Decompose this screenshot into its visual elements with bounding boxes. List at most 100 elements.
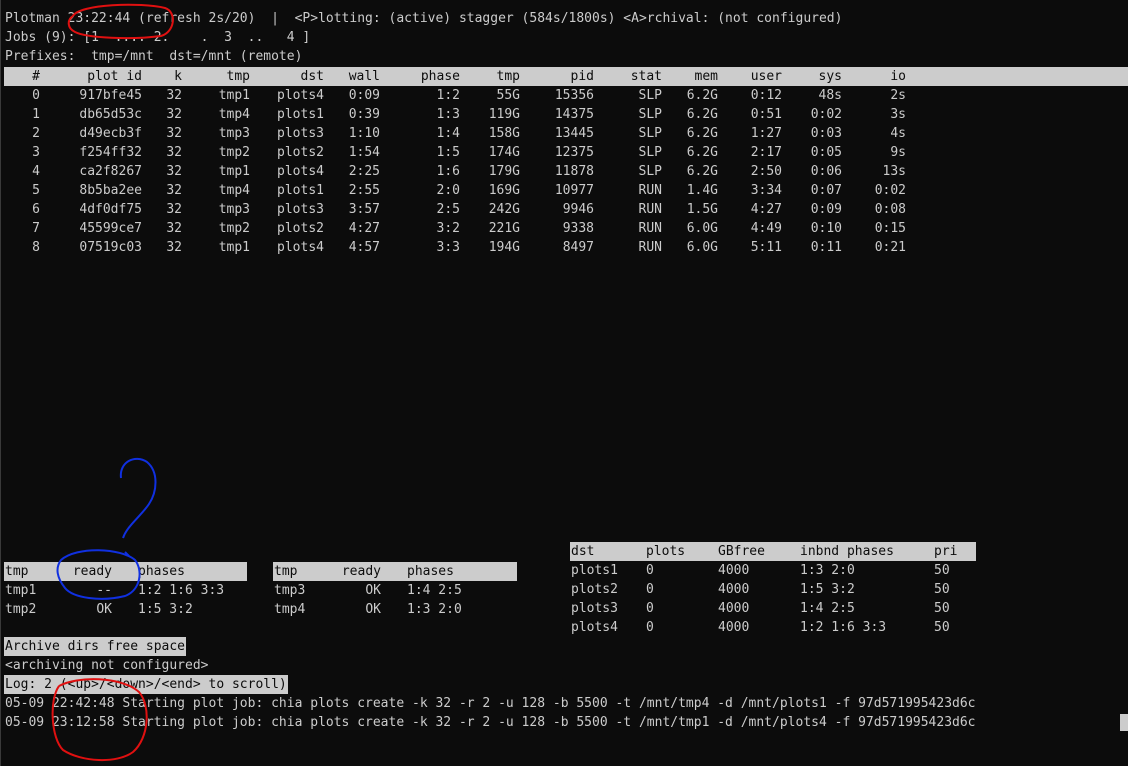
table-cell: 50	[934, 563, 950, 578]
tmp-table-header: tmp ready phases	[4, 562, 247, 581]
table-cell: ca2f8267	[79, 164, 142, 179]
table-cell: 12375	[554, 145, 594, 160]
dst-table-row: plots3 0 4000 1:4 2:5 50	[570, 599, 976, 618]
table-cell: 4:49	[750, 221, 782, 236]
table-cell: 1:2 1:6 3:3	[138, 583, 225, 598]
table-cell: 179G	[488, 164, 520, 179]
column-header: pri	[934, 544, 958, 559]
table-cell: tmp4	[218, 107, 250, 122]
table-cell: 6.2G	[686, 145, 718, 160]
table-cell: plots3	[571, 601, 618, 616]
table-cell: 119G	[488, 107, 520, 122]
table-cell: plots4	[277, 240, 324, 255]
table-cell: 0:11	[810, 240, 842, 255]
table-cell: 1:3	[436, 107, 460, 122]
table-cell: tmp2	[5, 602, 37, 617]
table-cell: 07519c03	[79, 240, 142, 255]
table-cell: 11878	[554, 164, 594, 179]
table-cell: 3s	[890, 107, 906, 122]
log-line: 05-09 23:12:58 Starting plot job: chia p…	[5, 715, 976, 730]
table-cell: 242G	[488, 202, 520, 217]
table-cell: 7	[32, 221, 40, 236]
table-cell: OK	[365, 602, 381, 617]
table-cell: 0:08	[874, 202, 906, 217]
table-cell: --	[96, 583, 112, 598]
table-cell: 1:3 2:0	[800, 563, 855, 578]
table-cell: 1:5 3:2	[138, 602, 193, 617]
log-title: Log: 2 (<up>/<down>/<end> to scroll)	[4, 675, 288, 694]
table-cell: 3:34	[750, 183, 782, 198]
table-cell: plots1	[571, 563, 618, 578]
table-cell: 32	[166, 126, 182, 141]
table-cell: 169G	[488, 183, 520, 198]
table-cell: 2:0	[436, 183, 460, 198]
table-cell: 32	[166, 164, 182, 179]
jobs-table-row: 5 8b5ba2ee 32 tmp4 plots1 2:55 2:0 169G 10977 RUN…	[4, 181, 1129, 200]
table-cell: 6.2G	[686, 107, 718, 122]
terminal-window[interactable]: Plotman 23:22:44 (refresh 2s/20) | <P>lo…	[0, 0, 1129, 766]
column-header: pid	[570, 69, 594, 84]
table-cell: 55G	[496, 88, 520, 103]
table-cell: db65d53c	[79, 107, 142, 122]
table-cell: 221G	[488, 221, 520, 236]
blue-question-mark	[119, 457, 157, 557]
table-cell: 50	[934, 601, 950, 616]
table-cell: tmp2	[218, 145, 250, 160]
column-header: #	[32, 69, 40, 84]
table-cell: 0	[646, 601, 654, 616]
dst-table-header: dst plots GBfree inbnd phases pri	[570, 542, 976, 561]
table-cell: RUN	[638, 183, 662, 198]
table-cell: 4:57	[348, 240, 380, 255]
jobs-table-header: # plot id k tmp dst wall phase tmp pid stat mem use…	[4, 67, 1129, 86]
table-cell: plots3	[277, 202, 324, 217]
table-cell: RUN	[638, 240, 662, 255]
log-line: 05-09 22:42:48 Starting plot job: chia p…	[5, 696, 976, 711]
table-cell: 1:4	[436, 126, 460, 141]
tmp-table-row: tmp2 OK 1:5 3:2	[4, 600, 247, 619]
table-cell: 3:3	[436, 240, 460, 255]
table-cell: 48s	[818, 88, 842, 103]
table-cell: 2:50	[750, 164, 782, 179]
table-cell: 2:55	[348, 183, 380, 198]
table-cell: 0:51	[750, 107, 782, 122]
table-cell: plots1	[277, 107, 324, 122]
column-header: ready	[341, 564, 381, 579]
table-cell: tmp3	[218, 126, 250, 141]
tmp-table-header: tmp ready phases	[273, 562, 517, 581]
table-cell: 6.0G	[686, 221, 718, 236]
table-cell: RUN	[638, 202, 662, 217]
column-header: plot id	[87, 69, 142, 84]
scrollbar[interactable]	[1128, 0, 1134, 766]
table-cell: 0:39	[348, 107, 380, 122]
table-cell: 13s	[882, 164, 906, 179]
table-cell: 50	[934, 582, 950, 597]
table-cell: 1:2 1:6 3:3	[800, 620, 887, 635]
table-cell: SLP	[638, 126, 662, 141]
table-cell: 0:10	[810, 221, 842, 236]
column-header: k	[174, 69, 182, 84]
table-cell: SLP	[638, 88, 662, 103]
column-header: tmp	[5, 564, 29, 579]
table-cell: 10977	[554, 183, 594, 198]
jobs-table-row: 8 07519c03 32 tmp1 plots4 4:57 3:3 194G 8497 RUN 6…	[4, 238, 1129, 257]
table-cell: 1:54	[348, 145, 380, 160]
table-cell: 5	[32, 183, 40, 198]
table-cell: tmp1	[218, 164, 250, 179]
table-cell: 14375	[554, 107, 594, 122]
column-header: ready	[72, 564, 112, 579]
table-cell: 3:57	[348, 202, 380, 217]
table-cell: 9338	[562, 221, 594, 236]
table-cell: tmp4	[274, 602, 306, 617]
table-cell: 4000	[718, 563, 750, 578]
column-header: wall	[348, 69, 380, 84]
table-cell: 158G	[488, 126, 520, 141]
column-header: io	[890, 69, 906, 84]
table-cell: 4:27	[348, 221, 380, 236]
column-header: GBfree	[718, 544, 765, 559]
table-cell: 4000	[718, 601, 750, 616]
table-cell: 0:15	[874, 221, 906, 236]
table-cell: 2:25	[348, 164, 380, 179]
tmp-table-row: tmp3 OK 1:4 2:5	[273, 581, 517, 600]
table-cell: 0:21	[874, 240, 906, 255]
table-cell: OK	[365, 583, 381, 598]
